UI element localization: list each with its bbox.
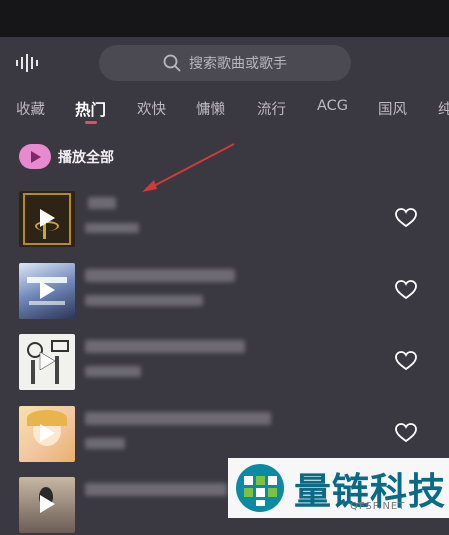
sound-wave-icon[interactable] bbox=[14, 54, 40, 72]
play-icon bbox=[40, 495, 55, 513]
album-cover[interactable] bbox=[19, 406, 75, 462]
play-icon bbox=[19, 144, 51, 169]
play-all-label: 播放全部 bbox=[58, 149, 114, 166]
tab-chinese-style[interactable]: 国风 bbox=[378, 98, 407, 119]
tab-pop[interactable]: 流行 bbox=[257, 98, 286, 119]
tab-acg[interactable]: ACG bbox=[317, 98, 348, 114]
album-cover[interactable] bbox=[19, 477, 75, 533]
watermark-domain: QFSP.NET bbox=[350, 501, 406, 512]
album-cover[interactable] bbox=[19, 263, 75, 319]
album-cover[interactable] bbox=[19, 334, 75, 390]
heart-icon[interactable] bbox=[395, 280, 417, 300]
song-row[interactable] bbox=[0, 263, 449, 321]
watermark: 量链科技 QFSP.NET bbox=[228, 458, 449, 518]
heart-icon[interactable] bbox=[395, 423, 417, 443]
tab-hot[interactable]: 热门 bbox=[75, 98, 106, 120]
category-tabs: 收藏 热门 欢快 慵懒 流行 ACG 国风 纯 bbox=[0, 98, 449, 124]
song-row[interactable] bbox=[0, 406, 449, 464]
search-placeholder: 搜索歌曲或歌手 bbox=[189, 56, 287, 72]
search-input[interactable]: 搜索歌曲或歌手 bbox=[99, 45, 351, 81]
song-row[interactable] bbox=[0, 191, 449, 249]
tab-favorites[interactable]: 收藏 bbox=[16, 98, 45, 119]
play-icon bbox=[40, 281, 55, 299]
active-tab-indicator bbox=[85, 121, 97, 124]
status-bar bbox=[0, 0, 449, 37]
heart-icon[interactable] bbox=[395, 208, 417, 228]
tab-cheerful[interactable]: 欢快 bbox=[137, 98, 166, 119]
play-icon bbox=[39, 352, 55, 370]
play-icon bbox=[40, 424, 55, 442]
heart-icon[interactable] bbox=[395, 351, 417, 371]
play-all-button[interactable]: 播放全部 bbox=[19, 144, 114, 169]
album-cover[interactable] bbox=[19, 191, 75, 247]
search-icon bbox=[163, 54, 181, 72]
play-icon bbox=[40, 209, 55, 227]
song-row[interactable] bbox=[0, 334, 449, 392]
tab-lazy[interactable]: 慵懒 bbox=[196, 98, 225, 119]
brand-logo-icon bbox=[236, 464, 284, 512]
tab-pure[interactable]: 纯 bbox=[438, 98, 449, 119]
